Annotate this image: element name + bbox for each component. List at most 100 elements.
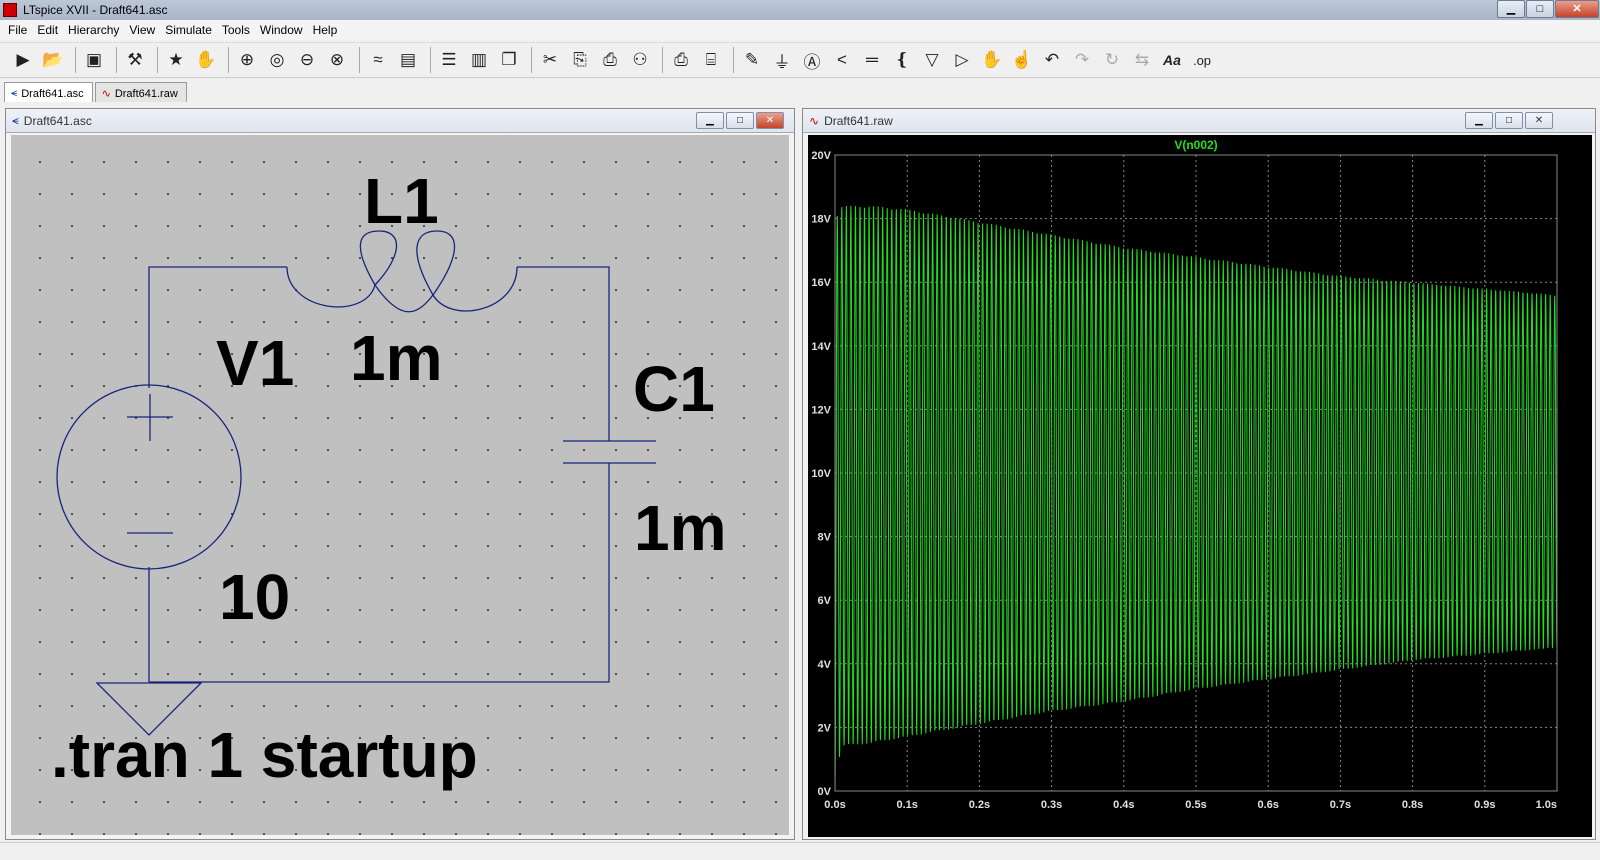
menu-simulate[interactable]: Simulate bbox=[165, 23, 212, 37]
schematic-maximize-button[interactable]: □ bbox=[726, 112, 754, 129]
print-icon[interactable]: ⎙ bbox=[668, 47, 694, 73]
waveform-minimize-button[interactable]: ▁ bbox=[1465, 112, 1493, 129]
trace-v-n002[interactable] bbox=[834, 205, 1558, 792]
open-icon[interactable]: 📂 bbox=[40, 47, 66, 73]
x-tick-label: 0.9s bbox=[1474, 799, 1495, 811]
tab-waveform[interactable]: ∿ Draft641.raw bbox=[94, 82, 187, 102]
maximize-button[interactable]: □ bbox=[1526, 0, 1554, 18]
x-tick-label: 0.1s bbox=[896, 799, 917, 811]
toolbar-separator bbox=[359, 47, 360, 73]
inductor-l1-winding bbox=[286, 266, 376, 308]
zoom-to-fit-icon[interactable]: ◎ bbox=[264, 47, 290, 73]
capacitor-c1[interactable] bbox=[563, 440, 656, 475]
menu-help[interactable]: Help bbox=[313, 23, 338, 37]
resistor-icon[interactable]: < bbox=[829, 47, 855, 73]
waveform-chart: 0V 2V 4V 6V 8V 10V 12V 14V 16V 18V 20V 0.0s 0.1s 0.2… bbox=[811, 138, 1558, 811]
tile-horizontal-icon[interactable]: ☰ bbox=[436, 47, 462, 73]
waveform-plot-area[interactable]: 0V 2V 4V 6V 8V 10V 12V 14V 16V 18V 20V 0.0s 0.1s 0.2… bbox=[808, 135, 1592, 837]
c1-name-label[interactable]: C1 bbox=[633, 353, 715, 425]
toolbar-separator bbox=[531, 47, 532, 73]
trace-label[interactable]: V(n002) bbox=[1174, 138, 1217, 152]
inductor-icon[interactable]: ❴ bbox=[889, 47, 915, 73]
menu-hierarchy[interactable]: Hierarchy bbox=[68, 23, 119, 37]
menu-bar: File Edit Hierarchy View Simulate Tools … bbox=[0, 20, 1600, 40]
redo-icon[interactable]: ↷ bbox=[1069, 47, 1095, 73]
y-tick-label: 0V bbox=[818, 786, 832, 798]
tab-schematic[interactable]: ⪪ Draft641.asc bbox=[4, 82, 93, 102]
schematic-labels: L1 1m V1 10 C1 1m .tran 1 startup bbox=[51, 165, 727, 791]
wire-top-right[interactable] bbox=[517, 266, 610, 441]
cascade-icon[interactable]: ❐ bbox=[496, 47, 522, 73]
schematic-close-button[interactable]: ✕ bbox=[756, 112, 784, 129]
move-icon[interactable]: ✋ bbox=[979, 47, 1005, 73]
save-icon[interactable]: ▣ bbox=[81, 47, 107, 73]
waveform-window-header: ∿ Draft641.raw ▁ □ ✕ bbox=[803, 109, 1595, 133]
toolbar-separator bbox=[228, 47, 229, 73]
waveform-window-title: Draft641.raw bbox=[824, 113, 893, 128]
capacitor-icon[interactable]: ═ bbox=[859, 47, 885, 73]
waveform-window-controls: ▁ □ ✕ bbox=[1463, 112, 1553, 129]
toolbar-separator bbox=[662, 47, 663, 73]
schematic-window-controls: ▁ □ ✕ bbox=[694, 112, 784, 129]
menu-edit[interactable]: Edit bbox=[37, 23, 58, 37]
waveform-maximize-button[interactable]: □ bbox=[1495, 112, 1523, 129]
rotate-icon[interactable]: ↻ bbox=[1099, 47, 1125, 73]
zoom-cancel-icon[interactable]: ⊗ bbox=[324, 47, 350, 73]
print-setup-icon[interactable]: ⌸ bbox=[698, 47, 724, 73]
menu-file[interactable]: File bbox=[8, 23, 27, 37]
l1-value-label[interactable]: 1m bbox=[350, 322, 443, 394]
schematic-canvas[interactable]: L1 1m V1 10 C1 1m .tran 1 startup bbox=[11, 135, 789, 835]
label-net-icon[interactable]: Ⓐ bbox=[799, 47, 825, 73]
spice-directive-text[interactable]: .tran 1 startup bbox=[51, 719, 478, 791]
diode-icon[interactable]: ▽ bbox=[919, 47, 945, 73]
toolbar-separator bbox=[157, 47, 158, 73]
autorange-icon[interactable]: ≈ bbox=[365, 47, 391, 73]
menu-tools[interactable]: Tools bbox=[222, 23, 250, 37]
schematic-drawing: L1 1m V1 10 C1 1m .tran 1 startup bbox=[51, 165, 727, 791]
x-tick-label: 0.4s bbox=[1113, 799, 1134, 811]
control-panel-icon[interactable]: ⚒ bbox=[122, 47, 148, 73]
run-man-icon[interactable]: ★ bbox=[163, 47, 189, 73]
ground-icon[interactable]: ⏚ bbox=[769, 47, 795, 73]
voltage-source-v1[interactable] bbox=[56, 384, 242, 570]
y-tick-label: 16V bbox=[811, 277, 831, 289]
menu-view[interactable]: View bbox=[129, 23, 155, 37]
menu-window[interactable]: Window bbox=[260, 23, 303, 37]
cut-icon[interactable]: ✂ bbox=[537, 47, 563, 73]
mirror-icon[interactable]: ⇆ bbox=[1129, 47, 1155, 73]
l1-name-label[interactable]: L1 bbox=[364, 165, 439, 237]
minimize-button[interactable]: ▁ bbox=[1497, 0, 1525, 18]
y-tick-label: 8V bbox=[818, 532, 832, 544]
x-tick-label: 0.0s bbox=[824, 799, 845, 811]
y-tick-label: 4V bbox=[818, 659, 832, 671]
v1-name-label[interactable]: V1 bbox=[216, 327, 294, 399]
text-icon[interactable]: Aa bbox=[1159, 47, 1185, 73]
undo-icon[interactable]: ↶ bbox=[1039, 47, 1065, 73]
run-icon[interactable]: ▶ bbox=[10, 47, 36, 73]
inductor-l1[interactable] bbox=[286, 230, 518, 313]
waveform-close-button[interactable]: ✕ bbox=[1525, 112, 1553, 129]
find-icon[interactable]: ⚇ bbox=[627, 47, 653, 73]
wire-right-lower[interactable] bbox=[149, 475, 610, 683]
c1-value-label[interactable]: 1m bbox=[634, 492, 727, 564]
y-tick-label: 20V bbox=[811, 150, 831, 162]
inductor-l1-winding bbox=[359, 230, 398, 286]
paste-icon[interactable]: ⎙ bbox=[597, 47, 623, 73]
schematic-icon: ⪪ bbox=[12, 113, 19, 127]
zoom-in-icon[interactable]: ⊕ bbox=[234, 47, 260, 73]
close-button[interactable]: ✕ bbox=[1555, 0, 1599, 18]
drag-icon[interactable]: ☝ bbox=[1009, 47, 1035, 73]
tile-vertical-icon[interactable]: ▥ bbox=[466, 47, 492, 73]
pan-hand-icon[interactable]: ✋ bbox=[193, 47, 219, 73]
y-tick-label: 2V bbox=[818, 722, 832, 734]
copy-icon[interactable]: ⎘ bbox=[567, 47, 593, 73]
pencil-wire-icon[interactable]: ✎ bbox=[739, 47, 765, 73]
x-tick-label: 0.2s bbox=[969, 799, 990, 811]
spice-directive-icon[interactable]: .op bbox=[1189, 47, 1215, 73]
plot-settings-icon[interactable]: ▤ bbox=[395, 47, 421, 73]
component-icon[interactable]: ▷ bbox=[949, 47, 975, 73]
zoom-out-icon[interactable]: ⊖ bbox=[294, 47, 320, 73]
v1-value-label[interactable]: 10 bbox=[219, 561, 290, 633]
schematic-window-header: ⪪ Draft641.asc ▁ □ ✕ bbox=[6, 109, 794, 133]
schematic-minimize-button[interactable]: ▁ bbox=[696, 112, 724, 129]
